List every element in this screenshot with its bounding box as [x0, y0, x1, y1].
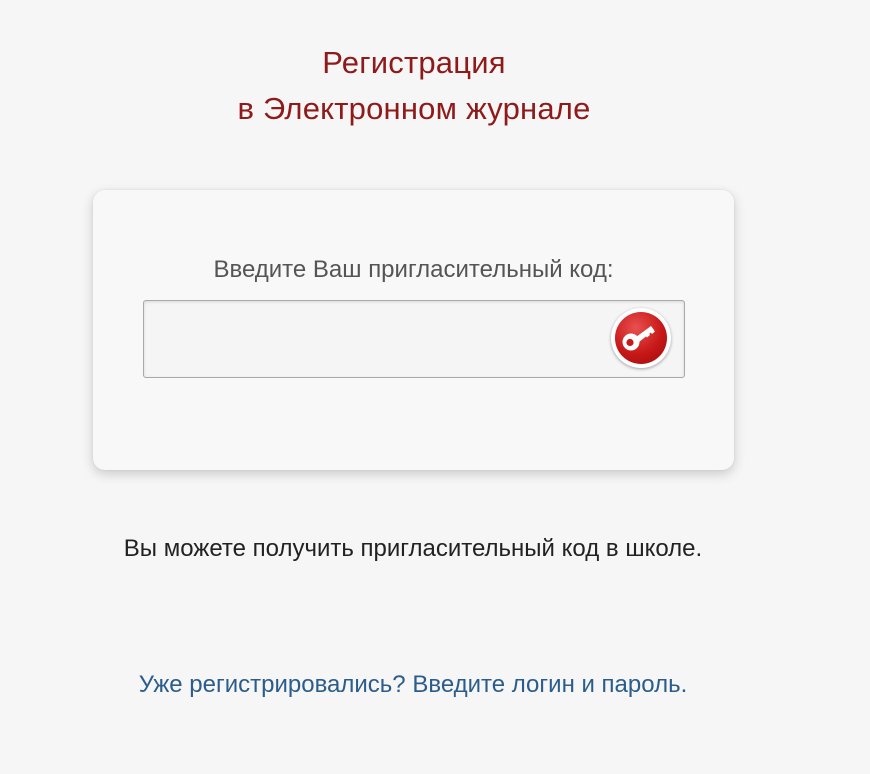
registration-page: Регистрация в Электронном журнале Введит… [0, 0, 870, 774]
invite-code-input[interactable] [154, 311, 598, 367]
page-title-line-1: Регистрация [322, 45, 506, 80]
key-icon [622, 326, 655, 351]
invite-code-field [143, 300, 685, 378]
invite-code-label: Введите Ваш пригласительный код: [213, 256, 614, 283]
invite-code-info: Вы можете получить пригласительный код в… [123, 535, 703, 562]
login-link[interactable]: Уже регистрировались? Введите логин и па… [0, 669, 826, 701]
registration-card: Введите Ваш пригласительный код: [93, 190, 734, 470]
submit-code-button[interactable] [611, 308, 671, 368]
page-title: Регистрация в Электронном журнале [0, 40, 828, 132]
page-title-line-2: в Электронном журнале [237, 91, 591, 126]
